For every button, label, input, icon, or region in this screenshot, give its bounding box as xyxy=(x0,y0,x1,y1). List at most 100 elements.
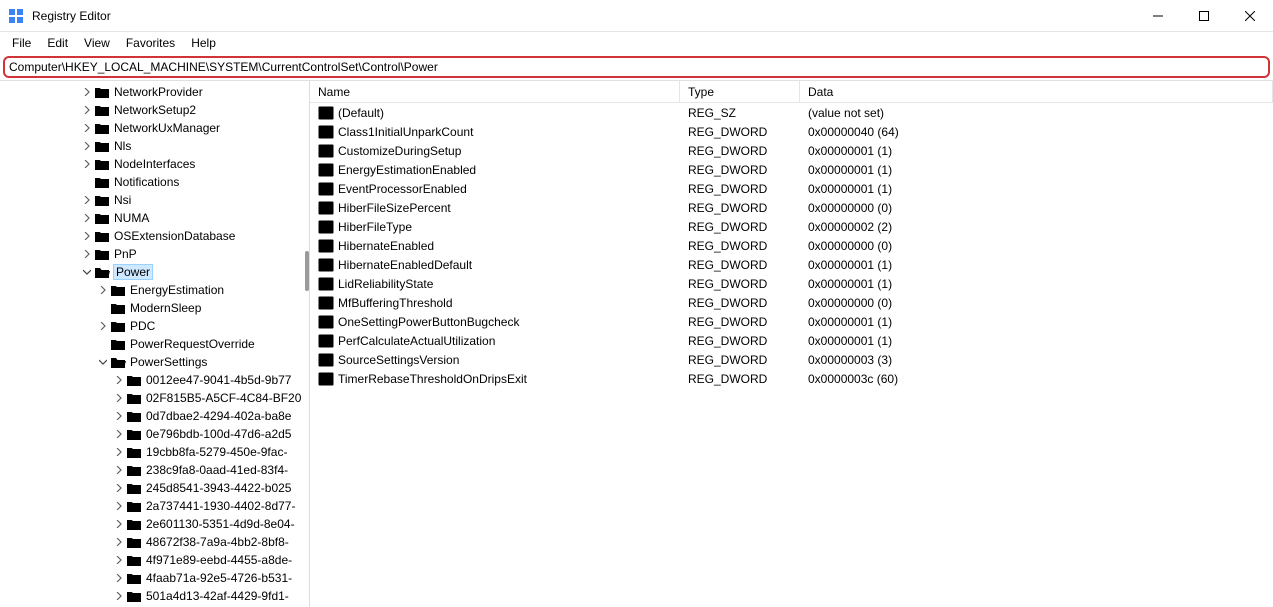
tree-item[interactable]: Nsi xyxy=(0,191,310,209)
value-data: 0x00000000 (0) xyxy=(800,296,1273,310)
folder-icon xyxy=(110,301,126,315)
chevron-right-icon[interactable] xyxy=(80,247,94,261)
tree-item[interactable]: NodeInterfaces xyxy=(0,155,310,173)
value-name-cell: EnergyEstimationEnabled xyxy=(310,162,680,178)
col-data-header[interactable]: Data xyxy=(800,81,1273,102)
maximize-button[interactable] xyxy=(1181,0,1227,32)
app-icon xyxy=(8,8,24,24)
tree-item[interactable]: PowerRequestOverride xyxy=(0,335,310,353)
value-row[interactable]: TimerRebaseThresholdOnDripsExitREG_DWORD… xyxy=(310,369,1273,388)
menu-file[interactable]: File xyxy=(4,34,39,52)
values-pane[interactable]: Name Type Data (Default)REG_SZ(value not… xyxy=(310,81,1273,607)
chevron-right-icon[interactable] xyxy=(80,193,94,207)
chevron-right-icon[interactable] xyxy=(80,121,94,135)
chevron-right-icon[interactable] xyxy=(112,445,126,459)
tree-item[interactable]: Nls xyxy=(0,137,310,155)
value-type: REG_DWORD xyxy=(680,201,800,215)
menu-edit[interactable]: Edit xyxy=(39,34,76,52)
chevron-down-icon[interactable] xyxy=(80,265,94,279)
value-row[interactable]: LidReliabilityStateREG_DWORD0x00000001 (… xyxy=(310,274,1273,293)
chevron-right-icon[interactable] xyxy=(80,211,94,225)
tree-item[interactable]: 19cbb8fa-5279-450e-9fac- xyxy=(0,443,310,461)
menu-help[interactable]: Help xyxy=(183,34,224,52)
value-row[interactable]: HiberFileTypeREG_DWORD0x00000002 (2) xyxy=(310,217,1273,236)
value-row[interactable]: MfBufferingThresholdREG_DWORD0x00000000 … xyxy=(310,293,1273,312)
tree-pane[interactable]: NetworkProviderNetworkSetup2NetworkUxMan… xyxy=(0,81,310,607)
chevron-right-icon[interactable] xyxy=(80,103,94,117)
value-name-cell: HiberFileSizePercent xyxy=(310,200,680,216)
tree-item[interactable]: 501a4d13-42af-4429-9fd1- xyxy=(0,587,310,605)
chevron-right-icon[interactable] xyxy=(112,391,126,405)
tree-item[interactable]: PDC xyxy=(0,317,310,335)
value-data: 0x0000003c (60) xyxy=(800,372,1273,386)
folder-icon xyxy=(126,409,142,423)
tree-item[interactable]: Power xyxy=(0,263,310,281)
tree-item[interactable]: 0012ee47-9041-4b5d-9b77 xyxy=(0,371,310,389)
chevron-right-icon[interactable] xyxy=(112,427,126,441)
tree-item[interactable]: NetworkProvider xyxy=(0,83,310,101)
folder-icon xyxy=(126,373,142,387)
chevron-right-icon[interactable] xyxy=(112,589,126,603)
chevron-right-icon[interactable] xyxy=(112,409,126,423)
value-row[interactable]: EnergyEstimationEnabledREG_DWORD0x000000… xyxy=(310,160,1273,179)
menu-view[interactable]: View xyxy=(76,34,118,52)
tree-item[interactable]: 2a737441-1930-4402-8d77- xyxy=(0,497,310,515)
chevron-down-icon[interactable] xyxy=(96,355,110,369)
value-row[interactable]: HibernateEnabledDefaultREG_DWORD0x000000… xyxy=(310,255,1273,274)
chevron-right-icon[interactable] xyxy=(80,157,94,171)
value-row[interactable]: HiberFileSizePercentREG_DWORD0x00000000 … xyxy=(310,198,1273,217)
tree-item[interactable]: PnP xyxy=(0,245,310,263)
value-row[interactable]: OneSettingPowerButtonBugcheckREG_DWORD0x… xyxy=(310,312,1273,331)
value-row[interactable]: EventProcessorEnabledREG_DWORD0x00000001… xyxy=(310,179,1273,198)
tree-item[interactable]: Notifications xyxy=(0,173,310,191)
chevron-right-icon[interactable] xyxy=(112,517,126,531)
value-row[interactable]: (Default)REG_SZ(value not set) xyxy=(310,103,1273,122)
splitter-handle[interactable] xyxy=(305,251,309,291)
value-data: 0x00000000 (0) xyxy=(800,201,1273,215)
value-row[interactable]: Class1InitialUnparkCountREG_DWORD0x00000… xyxy=(310,122,1273,141)
tree-item[interactable]: 48672f38-7a9a-4bb2-8bf8- xyxy=(0,533,310,551)
chevron-right-icon[interactable] xyxy=(80,229,94,243)
chevron-right-icon[interactable] xyxy=(112,481,126,495)
close-button[interactable] xyxy=(1227,0,1273,32)
tree-item-label: NUMA xyxy=(114,211,149,225)
tree-item[interactable]: OSExtensionDatabase xyxy=(0,227,310,245)
col-type-header[interactable]: Type xyxy=(680,81,800,102)
chevron-right-icon[interactable] xyxy=(112,463,126,477)
tree-item[interactable]: 238c9fa8-0aad-41ed-83f4- xyxy=(0,461,310,479)
menu-favorites[interactable]: Favorites xyxy=(118,34,183,52)
chevron-right-icon[interactable] xyxy=(112,553,126,567)
chevron-right-icon[interactable] xyxy=(112,373,126,387)
tree-item[interactable]: ModernSleep xyxy=(0,299,310,317)
chevron-right-icon[interactable] xyxy=(112,499,126,513)
tree-item-label: ModernSleep xyxy=(130,301,201,315)
col-name-header[interactable]: Name xyxy=(310,81,680,102)
chevron-right-icon[interactable] xyxy=(96,319,110,333)
value-row[interactable]: CustomizeDuringSetupREG_DWORD0x00000001 … xyxy=(310,141,1273,160)
address-input[interactable]: Computer\HKEY_LOCAL_MACHINE\SYSTEM\Curre… xyxy=(3,56,1270,78)
tree-item[interactable]: 0d7dbae2-4294-402a-ba8e xyxy=(0,407,310,425)
tree-item[interactable]: NetworkSetup2 xyxy=(0,101,310,119)
chevron-right-icon[interactable] xyxy=(112,535,126,549)
value-row[interactable]: SourceSettingsVersionREG_DWORD0x00000003… xyxy=(310,350,1273,369)
tree-item[interactable]: NUMA xyxy=(0,209,310,227)
tree-item[interactable]: 2e601130-5351-4d9d-8e04- xyxy=(0,515,310,533)
tree-item[interactable]: 02F815B5-A5CF-4C84-BF20 xyxy=(0,389,310,407)
tree-item[interactable]: NetworkUxManager xyxy=(0,119,310,137)
chevron-right-icon[interactable] xyxy=(80,139,94,153)
tree-item[interactable]: EnergyEstimation xyxy=(0,281,310,299)
value-data: 0x00000001 (1) xyxy=(800,315,1273,329)
value-row[interactable]: HibernateEnabledREG_DWORD0x00000000 (0) xyxy=(310,236,1273,255)
chevron-right-icon[interactable] xyxy=(112,571,126,585)
tree-item[interactable]: 4faab71a-92e5-4726-b531- xyxy=(0,569,310,587)
chevron-right-icon[interactable] xyxy=(80,85,94,99)
dword-value-icon xyxy=(318,124,334,140)
tree-item[interactable]: 245d8541-3943-4422-b025 xyxy=(0,479,310,497)
value-name: MfBufferingThreshold xyxy=(338,296,453,310)
tree-item[interactable]: 0e796bdb-100d-47d6-a2d5 xyxy=(0,425,310,443)
tree-item[interactable]: 4f971e89-eebd-4455-a8de- xyxy=(0,551,310,569)
value-row[interactable]: PerfCalculateActualUtilizationREG_DWORD0… xyxy=(310,331,1273,350)
tree-item[interactable]: PowerSettings xyxy=(0,353,310,371)
minimize-button[interactable] xyxy=(1135,0,1181,32)
chevron-right-icon[interactable] xyxy=(96,283,110,297)
